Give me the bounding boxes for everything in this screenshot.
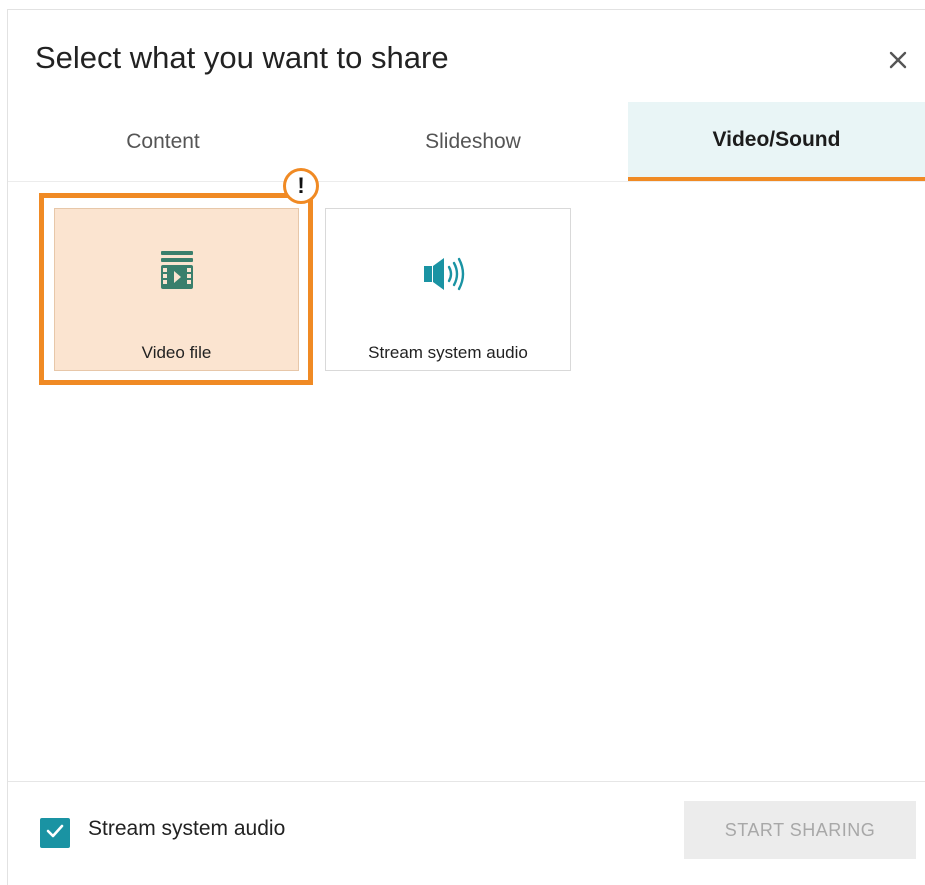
footer-divider	[8, 781, 925, 782]
tab-video-sound[interactable]: Video/Sound	[628, 102, 925, 181]
checkmark-icon	[44, 820, 66, 847]
tab-slideshow[interactable]: Slideshow	[318, 102, 628, 181]
warning-badge: !	[283, 168, 319, 204]
stream-audio-checkbox-label[interactable]: Stream system audio	[88, 817, 285, 841]
tab-bar: Content Slideshow Video/Sound	[8, 102, 925, 182]
video-file-label: Video file	[141, 343, 212, 362]
tab-content[interactable]: Content	[8, 102, 318, 181]
close-button[interactable]	[878, 42, 918, 82]
share-dialog: Select what you want to share Content Sl…	[7, 9, 925, 885]
video-file-tile[interactable]: Video file	[54, 208, 299, 371]
dialog-title: Select what you want to share	[35, 40, 449, 75]
close-icon	[888, 50, 908, 75]
start-sharing-button[interactable]: START SHARING	[684, 801, 916, 859]
video-file-icon	[55, 249, 298, 301]
stream-audio-label: Stream system audio	[368, 343, 528, 362]
stream-audio-tile[interactable]: Stream system audio	[325, 208, 571, 371]
stream-audio-checkbox[interactable]	[40, 818, 70, 848]
speaker-icon	[326, 254, 570, 294]
